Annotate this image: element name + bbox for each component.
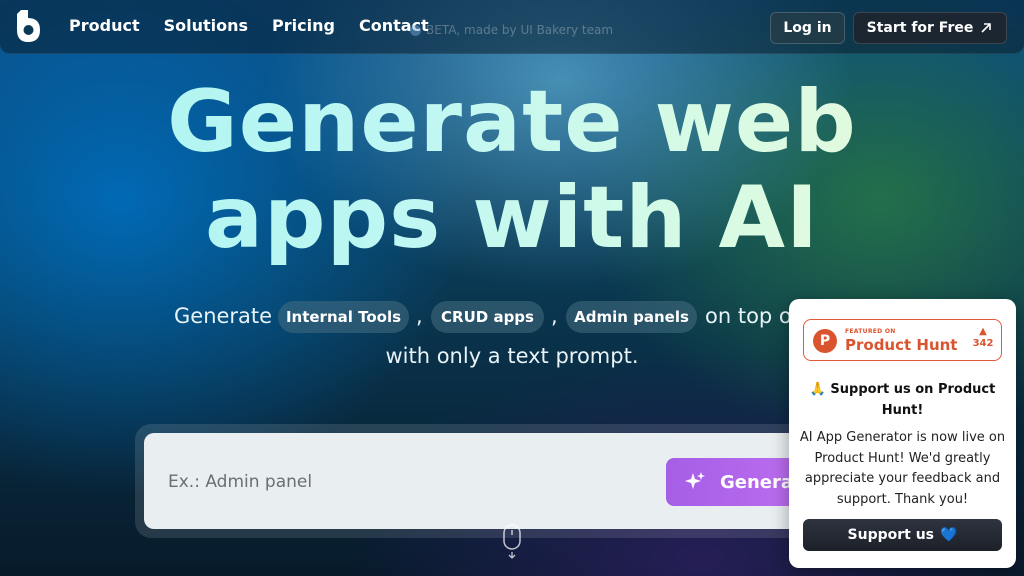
- upvote-counter: ▲ 342: [970, 326, 996, 349]
- heading-emoji: 🙏: [809, 382, 826, 397]
- arrow-up-right-icon: [981, 23, 992, 33]
- hero-title-line-2: apps with AI: [204, 168, 820, 268]
- ui-bakery-logo[interactable]: [14, 8, 44, 44]
- ui-bakery-small-icon: [410, 24, 421, 36]
- featured-on-label: FEATURED ON: [845, 328, 896, 335]
- beta-note: BETA, made by UI Bakery team: [410, 23, 613, 37]
- start-label: Start for Free: [866, 20, 974, 36]
- subtitle-comma-2: ,: [551, 304, 558, 328]
- product-hunt-name: Product Hunt: [845, 336, 958, 354]
- subtitle-comma-1: ,: [416, 304, 423, 328]
- product-hunt-badge[interactable]: P FEATURED ON Product Hunt ▲ 342: [803, 319, 1002, 361]
- subtitle-prefix: Generate: [174, 304, 273, 328]
- product-hunt-popup: P FEATURED ON Product Hunt ▲ 342 🙏 Suppo…: [789, 299, 1016, 568]
- top-navbar: Product Solutions Pricing Contact BETA, …: [0, 0, 1024, 54]
- chip-internal-tools: Internal Tools: [278, 301, 409, 333]
- chip-crud-apps: CRUD apps: [431, 301, 544, 333]
- product-hunt-heading: 🙏 Support us on Product Hunt!: [799, 379, 1006, 421]
- upvote-arrow-icon: ▲: [979, 326, 987, 337]
- hero-title: Generate web apps with AI: [0, 74, 1024, 266]
- prompt-input[interactable]: [168, 466, 568, 498]
- product-hunt-logo-icon: P: [813, 329, 837, 353]
- chip-admin-panels: Admin panels: [566, 301, 697, 333]
- support-us-button[interactable]: Support us 💙: [803, 519, 1002, 551]
- hero-title-line-1: Generate web: [167, 72, 857, 172]
- nav-links: Product Solutions Pricing Contact: [69, 16, 429, 35]
- beta-text: BETA, made by UI Bakery team: [426, 23, 614, 37]
- support-us-label: Support us: [847, 527, 935, 543]
- scroll-mouse-icon: [501, 524, 523, 560]
- start-for-free-button[interactable]: Start for Free: [853, 12, 1007, 44]
- login-label: Log in: [783, 20, 832, 36]
- nav-link-solutions[interactable]: Solutions: [164, 16, 248, 35]
- nav-link-pricing[interactable]: Pricing: [272, 16, 335, 35]
- upvote-count: 342: [972, 338, 994, 349]
- sparkles-icon: [685, 472, 705, 489]
- subtitle-suffix: on top o: [705, 304, 792, 328]
- heading-text: Support us on Product Hunt!: [830, 382, 996, 418]
- nav-link-product[interactable]: Product: [69, 16, 140, 35]
- support-us-emoji: 💙: [940, 527, 958, 543]
- login-button[interactable]: Log in: [770, 12, 845, 44]
- product-hunt-body: AI App Generator is now live on Product …: [799, 430, 1006, 507]
